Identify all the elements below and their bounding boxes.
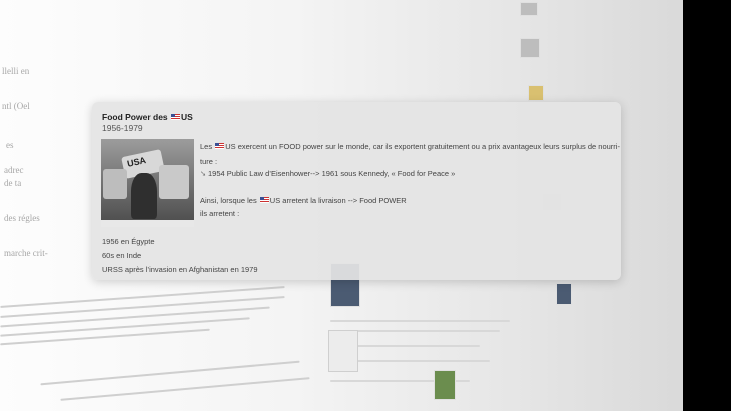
bg-text-fragment: ntl (Oel <box>2 101 30 111</box>
popup-title-prefix: Food Power des <box>102 112 171 122</box>
para2-part2: US arretent la livraison --> Food POWER <box>269 196 407 205</box>
photo-sack <box>159 165 189 199</box>
paragraph-2-line-2: ils arretent : <box>200 209 240 218</box>
us-flag-icon <box>259 197 269 203</box>
para2-part1: Ainsi, lorsque les <box>200 196 259 205</box>
bg-thumbnail <box>520 2 538 16</box>
bg-line <box>0 328 210 346</box>
photo-caption-strip <box>101 220 194 227</box>
popup-title: Food Power des US <box>102 112 193 122</box>
para1-part1: Les <box>200 142 215 151</box>
bullet-text: 1954 Public Law d’Eisenhower--> 1961 sou… <box>208 169 456 178</box>
bg-text-fragment: marche crit- <box>4 248 48 258</box>
dark-edge <box>683 0 731 411</box>
photo-sack <box>103 169 127 199</box>
list-item: URSS après l’invasion en Afghanistan en … <box>102 265 258 274</box>
bg-line <box>60 377 310 401</box>
us-flag-icon <box>171 114 181 120</box>
bg-text-fragment: llelli en <box>2 66 30 76</box>
bullet-line: ➘ 1954 Public Law d’Eisenhower--> 1961 so… <box>200 169 455 178</box>
popup-card[interactable]: Food Power des US 1956-1979 USA Les US e… <box>92 102 621 280</box>
bg-text-fragment: es <box>6 140 14 150</box>
paragraph-2-line-1: Ainsi, lorsque les US arretent la livrai… <box>200 196 407 205</box>
list-item: 1956 en Égypte <box>102 237 155 246</box>
bg-chart-thumbnail <box>328 330 358 372</box>
paragraph-1-line-1: Les US exercent un FOOD power sur le mon… <box>200 142 620 151</box>
bg-thumbnail <box>556 283 572 305</box>
bg-thumbnail <box>434 370 456 400</box>
para1-part2: US exercent un FOOD power sur le monde, … <box>225 142 620 151</box>
list-item: 60s en Inde <box>102 251 142 260</box>
bg-text-fragment: des régles <box>4 213 40 223</box>
right-arrow-icon: ➘ <box>200 169 207 178</box>
bg-text-fragment: adrec <box>4 165 24 175</box>
bg-thumbnail <box>528 85 544 101</box>
food-aid-photo: USA <box>101 139 194 227</box>
bg-line <box>0 286 285 308</box>
bg-line <box>330 320 510 322</box>
popup-subtitle: 1956-1979 <box>102 123 143 133</box>
photo-person <box>131 173 157 219</box>
popup-title-suffix: US <box>181 112 193 122</box>
us-flag-icon <box>215 143 225 149</box>
bg-thumbnail <box>520 38 540 58</box>
paragraph-1-line-2: ture : <box>200 157 218 166</box>
bg-text-fragment: de ta <box>4 178 22 188</box>
